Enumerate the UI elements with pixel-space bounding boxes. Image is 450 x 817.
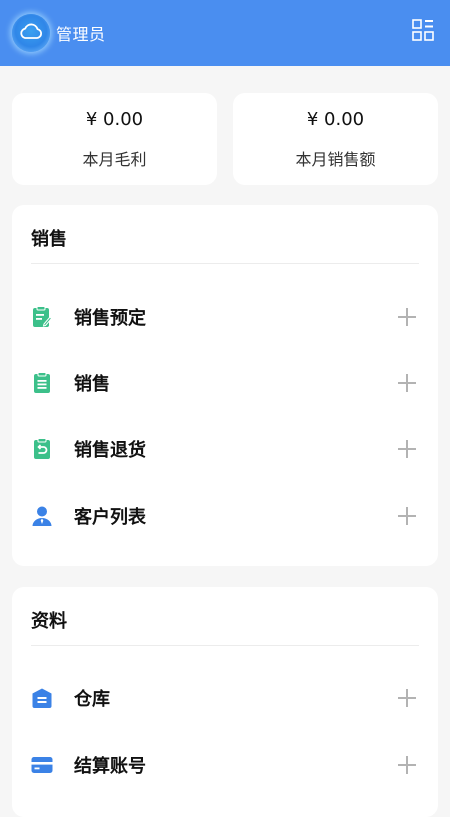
- menu-item-label: 销售退货: [74, 440, 146, 461]
- plus-icon[interactable]: [396, 754, 418, 776]
- menu-item-sales-return[interactable]: 销售退货: [12, 423, 438, 475]
- grid-menu-button[interactable]: [412, 19, 434, 45]
- user-icon: [31, 505, 53, 527]
- stat-value: ¥ 0.00: [306, 108, 365, 130]
- divider: [31, 263, 419, 264]
- menu-item-label: 销售预定: [74, 308, 146, 329]
- stat-card-sales-amount[interactable]: ¥ 0.00 本月销售额: [233, 93, 438, 185]
- warehouse-icon: [31, 687, 53, 709]
- card-icon: [31, 754, 53, 776]
- divider: [31, 645, 419, 646]
- plus-icon[interactable]: [396, 372, 418, 394]
- menu-item-sales[interactable]: 销售: [12, 357, 438, 409]
- stat-label: 本月销售额: [295, 149, 376, 169]
- stat-value: ¥ 0.00: [85, 108, 144, 130]
- top-bar: 管理员: [0, 0, 450, 66]
- clipboard-return-icon: [31, 438, 53, 460]
- clipboard-list-icon: [31, 372, 53, 394]
- section-title: 销售: [31, 229, 67, 250]
- sales-section: 销售 销售预定 销售 销售退货 客户列表: [12, 205, 438, 566]
- stat-card-gross-profit[interactable]: ¥ 0.00 本月毛利: [12, 93, 217, 185]
- cloud-icon: [18, 21, 44, 45]
- menu-item-label: 客户列表: [74, 507, 146, 528]
- grid-icon: [412, 19, 434, 45]
- menu-item-customer-list[interactable]: 客户列表: [12, 490, 438, 542]
- menu-item-label: 结算账号: [74, 756, 146, 777]
- avatar[interactable]: [12, 14, 50, 52]
- data-section: 资料 仓库 结算账号: [12, 587, 438, 817]
- plus-icon[interactable]: [396, 306, 418, 328]
- monthly-stats: ¥ 0.00 本月毛利 ¥ 0.00 本月销售额: [12, 93, 438, 185]
- user-role-title: 管理员: [56, 25, 106, 44]
- clipboard-edit-icon: [31, 306, 53, 328]
- plus-icon[interactable]: [396, 505, 418, 527]
- section-title: 资料: [31, 611, 67, 632]
- plus-icon[interactable]: [396, 438, 418, 460]
- stat-label: 本月毛利: [82, 149, 147, 169]
- menu-item-label: 销售: [74, 374, 110, 395]
- plus-icon[interactable]: [396, 687, 418, 709]
- menu-item-label: 仓库: [74, 689, 110, 710]
- menu-item-warehouse[interactable]: 仓库: [12, 672, 438, 724]
- menu-item-settlement-account[interactable]: 结算账号: [12, 739, 438, 791]
- menu-item-sales-order[interactable]: 销售预定: [12, 291, 438, 343]
